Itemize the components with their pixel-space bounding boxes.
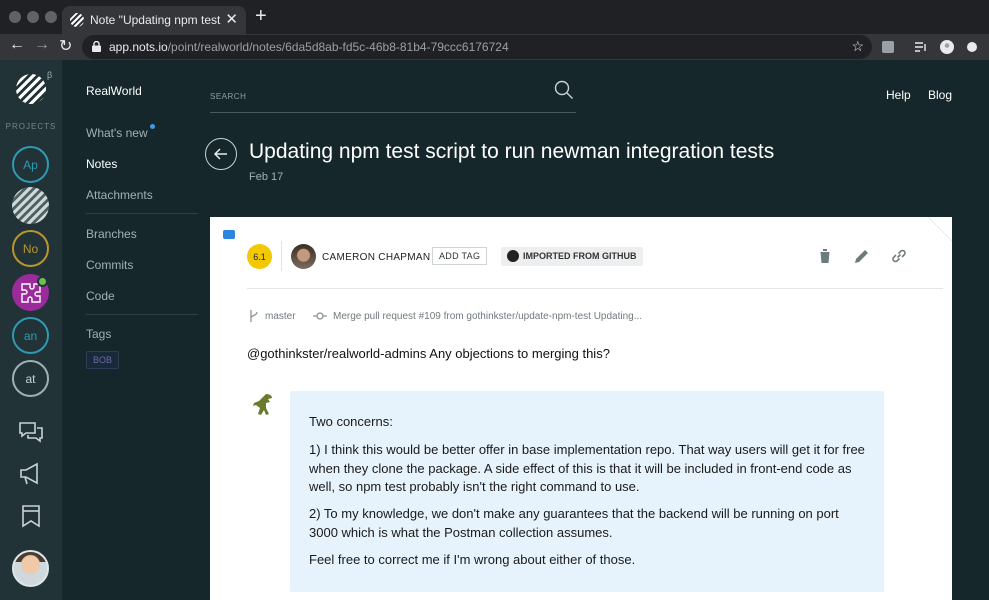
address-bar[interactable]: app.nots.io/point/realworld/notes/6da5d8… — [82, 35, 872, 59]
url-host: app.nots.io — [109, 40, 168, 54]
comment-bubble: Two concerns: 1) I think this would be b… — [290, 391, 884, 592]
browser-tab-bar: Note "Updating npm test script ✕ + — [0, 0, 989, 34]
new-indicator-dot — [150, 124, 155, 129]
back-button[interactable] — [205, 138, 237, 170]
projects-label: PROJECTS — [5, 122, 57, 131]
project-sidebar: RealWorld What's new Notes Attachments B… — [62, 60, 210, 600]
bookmark-icon[interactable] — [18, 503, 44, 529]
help-link[interactable]: Help — [886, 88, 911, 102]
github-icon — [507, 250, 519, 262]
sidebar-item-commits[interactable]: Commits — [86, 258, 133, 272]
nots-logo-icon[interactable] — [16, 74, 46, 104]
extension-icon[interactable] — [881, 40, 895, 54]
sidebar-item-tags[interactable]: Tags — [86, 327, 111, 341]
beta-label: β — [47, 70, 53, 80]
project-an[interactable]: an — [12, 317, 49, 354]
project-rail: β PROJECTS Ap No an at — [0, 60, 62, 600]
megaphone-icon[interactable] — [18, 461, 44, 487]
window-minimize-dot[interactable] — [27, 11, 39, 23]
author-avatar[interactable] — [291, 244, 316, 269]
note-card: 6.1 CAMERON CHAPMAN ADD TAG IMPORTED FRO… — [210, 217, 952, 600]
note-title: Updating npm test script to run newman i… — [249, 140, 775, 163]
comment-paragraph: 2) To my knowledge, we don't make any gu… — [309, 506, 839, 540]
card-corner-fold — [928, 217, 952, 241]
add-tag-button[interactable]: ADD TAG — [432, 247, 488, 265]
header-divider — [281, 241, 282, 271]
pencil-icon[interactable] — [853, 247, 871, 265]
commit-message[interactable]: Merge pull request #109 from gothinkster… — [333, 311, 642, 322]
blog-link[interactable]: Blog — [928, 88, 952, 102]
favicon-icon — [70, 13, 84, 27]
tab-title: Note "Updating npm test script — [90, 13, 224, 27]
project-realworld[interactable] — [12, 187, 49, 224]
sidebar-item-notes[interactable]: Notes — [86, 157, 117, 171]
bookmark-star-icon[interactable]: ☆ — [851, 38, 864, 55]
arrow-left-icon — [213, 148, 227, 160]
branch-icon — [250, 310, 258, 322]
media-queue-icon[interactable] — [914, 40, 928, 54]
note-date: Feb 17 — [249, 171, 284, 183]
note-body: @gothinkster/realworld-admins Any object… — [247, 346, 610, 361]
browser-toolbar: ← → ↻ app.nots.io/point/realworld/notes/… — [0, 34, 989, 60]
browser-tab[interactable]: Note "Updating npm test script ✕ — [62, 6, 246, 34]
reload-icon[interactable]: ↻ — [59, 36, 72, 56]
imported-from-github-badge: IMPORTED FROM GITHUB — [501, 247, 643, 266]
profile-icon[interactable] — [940, 40, 954, 54]
lock-icon — [92, 41, 101, 52]
project-name[interactable]: RealWorld — [86, 84, 142, 98]
sidebar-item-attachments[interactable]: Attachments — [86, 188, 153, 202]
project-at[interactable]: at — [12, 360, 49, 397]
flag-icon[interactable] — [223, 230, 235, 239]
sidebar-item-whats-new[interactable]: What's new — [86, 126, 148, 140]
author-name[interactable]: CAMERON CHAPMAN — [322, 252, 430, 263]
comment-paragraph: Two concerns: — [309, 414, 393, 429]
chrome-menu-icon[interactable] — [965, 40, 979, 54]
sidebar-item-code[interactable]: Code — [86, 289, 115, 303]
search-input[interactable] — [210, 86, 530, 106]
comment-paragraph: 1) I think this would be better offer in… — [309, 442, 865, 494]
user-avatar[interactable] — [12, 550, 49, 587]
back-arrow-icon[interactable]: ← — [9, 36, 25, 54]
card-divider — [247, 288, 943, 289]
url-path: /point/realworld/notes/6da5d8ab-fd5c-46b… — [167, 40, 509, 54]
sidebar-item-branches[interactable]: Branches — [86, 227, 137, 241]
search-icon[interactable] — [554, 80, 574, 100]
window-close-dot[interactable] — [9, 11, 21, 23]
tag-bob[interactable]: BOB — [86, 351, 120, 369]
tab-close-icon[interactable]: ✕ — [225, 10, 238, 28]
trash-icon[interactable] — [816, 247, 834, 265]
chat-icon[interactable] — [18, 420, 44, 446]
dinosaur-avatar-icon[interactable] — [248, 391, 278, 421]
branch-name[interactable]: master — [265, 311, 296, 322]
sidebar-divider — [86, 314, 198, 315]
score-badge: 6.1 — [247, 244, 272, 269]
active-check-badge — [37, 276, 48, 287]
project-ap[interactable]: Ap — [12, 146, 49, 183]
commit-icon — [313, 312, 327, 320]
imported-label: IMPORTED FROM GITHUB — [523, 251, 637, 261]
comment-paragraph: Feel free to correct me if I'm wrong abo… — [309, 552, 636, 567]
new-tab-icon[interactable]: + — [255, 5, 267, 28]
project-no[interactable]: No — [12, 230, 49, 267]
window-zoom-dot[interactable] — [45, 11, 57, 23]
app: β PROJECTS Ap No an at RealWorld What's … — [0, 60, 989, 600]
sidebar-divider — [86, 213, 198, 214]
search-bar — [210, 80, 576, 113]
forward-arrow-icon[interactable]: → — [34, 36, 50, 54]
url-text: app.nots.io/point/realworld/notes/6da5d8… — [109, 40, 509, 54]
link-icon[interactable] — [890, 247, 908, 265]
